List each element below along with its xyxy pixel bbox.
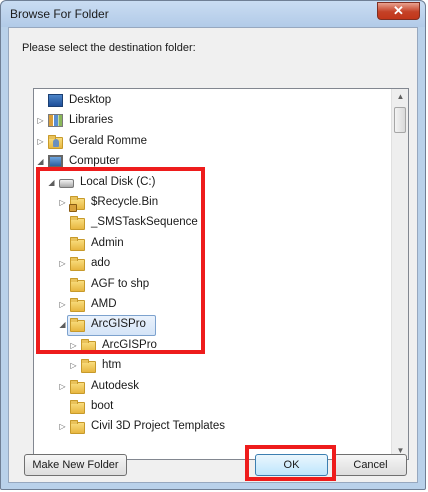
browse-for-folder-dialog: Browse For Folder ✕ Please select the de… bbox=[0, 0, 426, 490]
tree-item-label: ArcGISPro bbox=[102, 338, 157, 351]
close-icon: ✕ bbox=[393, 3, 404, 18]
expand-arrow-icon[interactable]: ▷ bbox=[69, 361, 78, 371]
tree-item-label: $Recycle.Bin bbox=[91, 196, 159, 208]
expand-arrow-icon[interactable]: ▷ bbox=[58, 198, 67, 208]
expand-arrow-icon[interactable]: ▷ bbox=[69, 341, 78, 351]
tree-item[interactable]: ▷ ArcGISPro bbox=[34, 336, 394, 356]
tree-item-label: Civil 3D Project Templates bbox=[91, 420, 226, 433]
make-new-folder-button[interactable]: Make New Folder bbox=[24, 454, 127, 476]
collapse-arrow-icon[interactable]: ◢ bbox=[58, 320, 67, 330]
tree-item-label: Autodesk bbox=[91, 379, 139, 392]
tree-item-label: Gerald Romme bbox=[69, 134, 147, 147]
user-folder-icon bbox=[48, 134, 63, 149]
cancel-button[interactable]: Cancel bbox=[334, 454, 407, 476]
ok-button[interactable]: OK bbox=[255, 454, 328, 476]
tree-item[interactable]: ▷ Gerald Romme bbox=[34, 132, 394, 152]
expand-arrow-icon[interactable]: ▷ bbox=[36, 137, 45, 147]
dialog-title: Browse For Folder bbox=[10, 7, 109, 21]
tree-item[interactable]: ▷ ado bbox=[34, 254, 394, 274]
tree-item[interactable]: ◢ ArcGISPro bbox=[34, 315, 394, 337]
tree-item-label: AMD bbox=[91, 298, 117, 310]
folder-icon bbox=[70, 400, 85, 414]
tree-item-label: Computer bbox=[69, 155, 120, 168]
tree-item[interactable]: ▷ AMD bbox=[34, 295, 394, 315]
libraries-icon bbox=[48, 114, 63, 128]
tree-item-label: boot bbox=[91, 400, 114, 412]
tree-item[interactable]: Desktop bbox=[34, 91, 394, 111]
tree-item[interactable]: ▷ $Recycle.Bin bbox=[34, 193, 394, 213]
close-button[interactable]: ✕ bbox=[377, 2, 420, 20]
folder-icon bbox=[81, 359, 96, 374]
tree-item[interactable]: boot bbox=[34, 397, 394, 417]
tree-item-label: Desktop bbox=[69, 94, 112, 106]
folder-icon bbox=[70, 298, 85, 312]
folder-icon bbox=[81, 338, 96, 353]
dialog-prompt: Please select the destination folder: bbox=[22, 42, 196, 54]
tree-item[interactable]: _SMSTaskSequence bbox=[34, 213, 394, 233]
tree-item[interactable]: Admin bbox=[34, 234, 394, 254]
computer-icon bbox=[48, 155, 63, 169]
scroll-up-icon[interactable]: ▲ bbox=[393, 89, 408, 105]
desktop-icon bbox=[48, 94, 63, 107]
tree-item[interactable]: ◢ Computer bbox=[34, 152, 394, 172]
tree-item-label: Local Disk (C:) bbox=[80, 175, 156, 188]
tree-item-label: Admin bbox=[91, 236, 124, 249]
expand-arrow-icon[interactable]: ▷ bbox=[36, 116, 45, 126]
scroll-thumb[interactable] bbox=[394, 107, 406, 133]
drive-icon bbox=[59, 178, 74, 188]
folder-icon bbox=[70, 277, 85, 292]
tree-item[interactable]: ◢ Local Disk (C:) bbox=[34, 173, 394, 193]
tree-item-label: htm bbox=[102, 359, 122, 372]
expand-arrow-icon[interactable]: ▷ bbox=[58, 382, 67, 392]
tree-item[interactable]: ▷ Autodesk bbox=[34, 377, 394, 397]
expand-arrow-icon[interactable]: ▷ bbox=[58, 259, 67, 269]
dialog-body: Please select the destination folder: ▲ … bbox=[8, 27, 418, 483]
tree-item-label: _SMSTaskSequence bbox=[91, 216, 198, 229]
folder-icon bbox=[70, 236, 85, 251]
tree-item[interactable]: ▷ Libraries bbox=[34, 111, 394, 131]
tree-item-label: Libraries bbox=[69, 114, 114, 127]
collapse-arrow-icon[interactable]: ◢ bbox=[36, 157, 45, 167]
title-bar[interactable]: Browse For Folder ✕ bbox=[1, 1, 425, 27]
tree-item[interactable]: ▷ Civil 3D Project Templates bbox=[34, 417, 394, 437]
expand-arrow-icon[interactable]: ▷ bbox=[58, 422, 67, 432]
folder-icon bbox=[70, 420, 85, 435]
tree-item[interactable]: ▷ htm bbox=[34, 356, 394, 376]
open-folder-icon bbox=[70, 318, 85, 333]
folder-tree[interactable]: ▲ ▼ Desktop ▷ Libraries ▷ Gerald Romme ◢ Compu… bbox=[33, 88, 409, 460]
expand-arrow-icon[interactable]: ▷ bbox=[58, 300, 67, 310]
folder-icon bbox=[70, 379, 85, 394]
tree-item-label: ado bbox=[91, 257, 111, 270]
collapse-arrow-icon[interactable]: ◢ bbox=[47, 178, 56, 188]
tree-item-label: AGF to shp bbox=[91, 277, 150, 290]
tree-item[interactable]: AGF to shp bbox=[34, 275, 394, 295]
folder-icon bbox=[70, 216, 85, 231]
folder-icon bbox=[70, 257, 85, 272]
locked-folder-icon bbox=[69, 196, 85, 212]
tree-item-label: ArcGISPro bbox=[91, 318, 146, 331]
